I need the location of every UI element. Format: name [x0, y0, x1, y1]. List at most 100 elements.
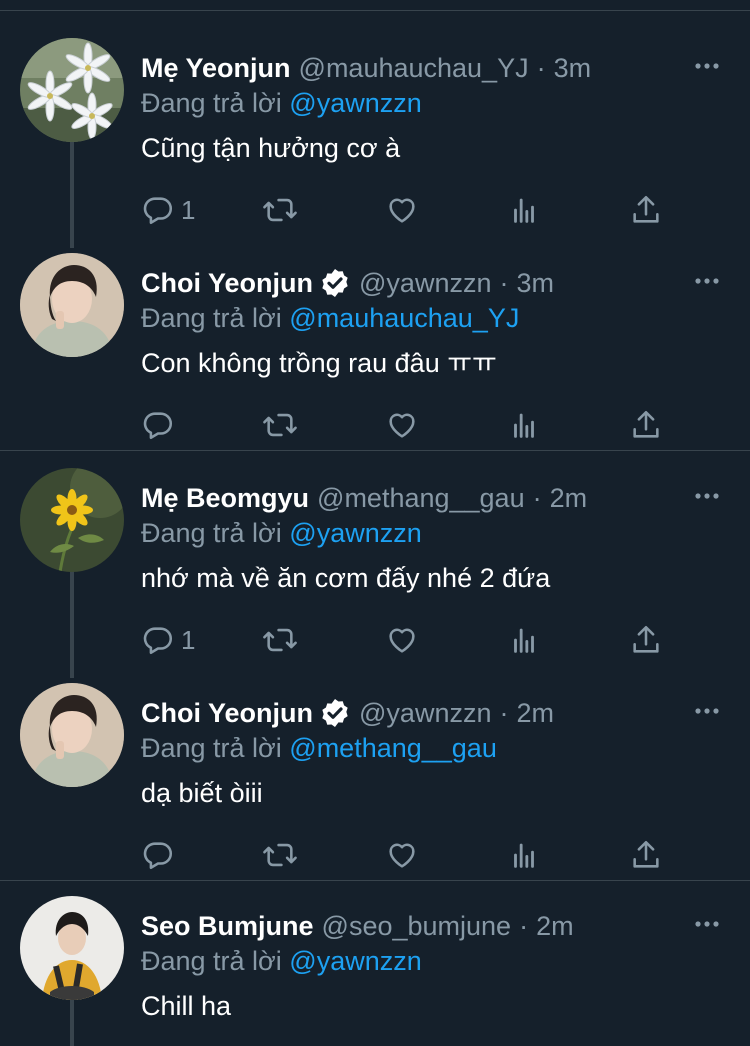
tweet-header: Mẹ Yeonjun @mauhauchau_YJ · 3m: [141, 50, 591, 86]
reply-button[interactable]: 1: [141, 620, 195, 660]
retweet-button[interactable]: [261, 190, 299, 230]
reply-count: 1: [181, 194, 196, 225]
analytics-button[interactable]: [507, 190, 541, 230]
reply-button[interactable]: 1: [141, 190, 195, 230]
user-handle[interactable]: @seo_bumjune: [322, 908, 512, 944]
like-button[interactable]: [385, 620, 419, 660]
share-icon: [633, 195, 659, 223]
replying-to-line: Đang trả lời @yawnzzn: [141, 86, 422, 120]
separator-dot: ·: [499, 698, 509, 728]
reply-button[interactable]: [141, 405, 181, 445]
sitting-man-avatar-image: [20, 896, 124, 1000]
more-icon[interactable]: [694, 914, 720, 934]
share-button[interactable]: [629, 405, 663, 445]
avatar[interactable]: [20, 253, 124, 357]
tweet[interactable]: Choi Yeonjun @yawnzzn · 2m Đang trả lời …: [0, 655, 750, 870]
share-button[interactable]: [629, 190, 663, 230]
reply-icon: [143, 412, 173, 440]
replying-to-mention[interactable]: @methang__gau: [289, 733, 497, 763]
reply-icon: [143, 627, 173, 655]
like-icon: [389, 628, 415, 653]
analytics-button[interactable]: [507, 620, 541, 660]
replying-to-label: Đang trả lời: [141, 88, 282, 118]
replying-to-mention[interactable]: @yawnzzn: [289, 946, 421, 976]
separator-dot: ·: [519, 911, 529, 941]
more-icon[interactable]: [694, 56, 720, 76]
lily-avatar-image: [20, 38, 124, 142]
replying-to-line: Đang trả lời @methang__gau: [141, 731, 497, 765]
avatar[interactable]: [20, 683, 124, 787]
timestamp[interactable]: 3m: [516, 265, 554, 301]
tweet[interactable]: Choi Yeonjun @yawnzzn · 3m Đang trả lời …: [0, 225, 750, 440]
yellow-flower-avatar-image: [20, 468, 124, 572]
replying-to-label: Đang trả lời: [141, 518, 282, 548]
display-name[interactable]: Mẹ Yeonjun: [141, 50, 291, 86]
like-icon: [389, 413, 415, 438]
display-name[interactable]: Seo Bumjune: [141, 908, 314, 944]
user-handle[interactable]: @yawnzzn: [359, 265, 491, 301]
display-name[interactable]: Choi Yeonjun: [141, 265, 313, 301]
verified-icon: [322, 699, 348, 727]
tweet[interactable]: Mẹ Yeonjun @mauhauchau_YJ · 3m Đang trả …: [0, 10, 750, 225]
timestamp[interactable]: 2m: [550, 480, 588, 516]
like-button[interactable]: [385, 405, 419, 445]
portrait-avatar-image: [20, 683, 124, 787]
display-name[interactable]: Choi Yeonjun: [141, 695, 313, 731]
share-icon: [633, 625, 659, 653]
replying-to-label: Đang trả lời: [141, 733, 282, 763]
share-icon: [633, 410, 659, 438]
tweet[interactable]: Mẹ Beomgyu @methang__gau · 2m Đang trả l…: [0, 440, 750, 655]
replying-to-label: Đang trả lời: [141, 946, 282, 976]
replying-to-mention[interactable]: @yawnzzn: [289, 88, 421, 118]
separator-dot: ·: [536, 53, 546, 83]
tweet-header: Choi Yeonjun @yawnzzn · 2m: [141, 695, 554, 731]
timestamp[interactable]: 3m: [554, 50, 592, 86]
analytics-icon: [514, 628, 534, 653]
analytics-icon: [514, 198, 534, 223]
separator-dot: ·: [499, 268, 509, 298]
analytics-icon: [514, 843, 534, 868]
retweet-icon: [263, 198, 297, 222]
portrait-avatar-image: [20, 253, 124, 357]
retweet-icon: [263, 413, 297, 437]
replying-to-line: Đang trả lời @mauhauchau_YJ: [141, 301, 519, 335]
retweet-button[interactable]: [261, 405, 299, 445]
tweet-header: Choi Yeonjun @yawnzzn · 3m: [141, 265, 554, 301]
replying-to-label: Đang trả lời: [141, 303, 282, 333]
share-icon: [633, 840, 659, 868]
reply-icon: [143, 197, 173, 225]
tweet-text: Con không trồng rau đâu ㅠㅠ: [141, 348, 497, 378]
avatar[interactable]: [20, 896, 124, 1000]
more-icon[interactable]: [694, 701, 720, 721]
more-icon[interactable]: [694, 486, 720, 506]
timestamp[interactable]: 2m: [516, 695, 554, 731]
replying-to-mention[interactable]: @yawnzzn: [289, 518, 421, 548]
retweet-icon: [263, 843, 297, 867]
retweet-button[interactable]: [261, 620, 299, 660]
tweet-text: dạ biết òiii: [141, 778, 263, 808]
like-icon: [389, 843, 415, 868]
tweet[interactable]: Seo Bumjune @seo_bumjune · 2m Đang trả l…: [0, 868, 750, 1046]
more-icon[interactable]: [694, 271, 720, 291]
separator-dot: ·: [532, 483, 542, 513]
replying-to-mention[interactable]: @mauhauchau_YJ: [289, 303, 519, 333]
timestamp[interactable]: 2m: [536, 908, 574, 944]
replying-to-line: Đang trả lời @yawnzzn: [141, 944, 422, 978]
replying-to-line: Đang trả lời @yawnzzn: [141, 516, 422, 550]
retweet-icon: [263, 628, 297, 652]
tweet-header: Seo Bumjune @seo_bumjune · 2m: [141, 908, 574, 944]
tweet-header: Mẹ Beomgyu @methang__gau · 2m: [141, 480, 587, 516]
user-handle[interactable]: @mauhauchau_YJ: [299, 50, 529, 86]
verified-icon: [322, 269, 348, 297]
avatar[interactable]: [20, 38, 124, 142]
analytics-button[interactable]: [507, 405, 541, 445]
tweet-text: Cũng tận hưởng cơ à: [141, 133, 401, 163]
tweet-text: Chill ha: [141, 991, 232, 1021]
analytics-icon: [514, 413, 534, 438]
avatar[interactable]: [20, 468, 124, 572]
user-handle[interactable]: @methang__gau: [317, 480, 525, 516]
user-handle[interactable]: @yawnzzn: [359, 695, 491, 731]
like-button[interactable]: [385, 190, 419, 230]
share-button[interactable]: [629, 620, 663, 660]
display-name[interactable]: Mẹ Beomgyu: [141, 480, 309, 516]
